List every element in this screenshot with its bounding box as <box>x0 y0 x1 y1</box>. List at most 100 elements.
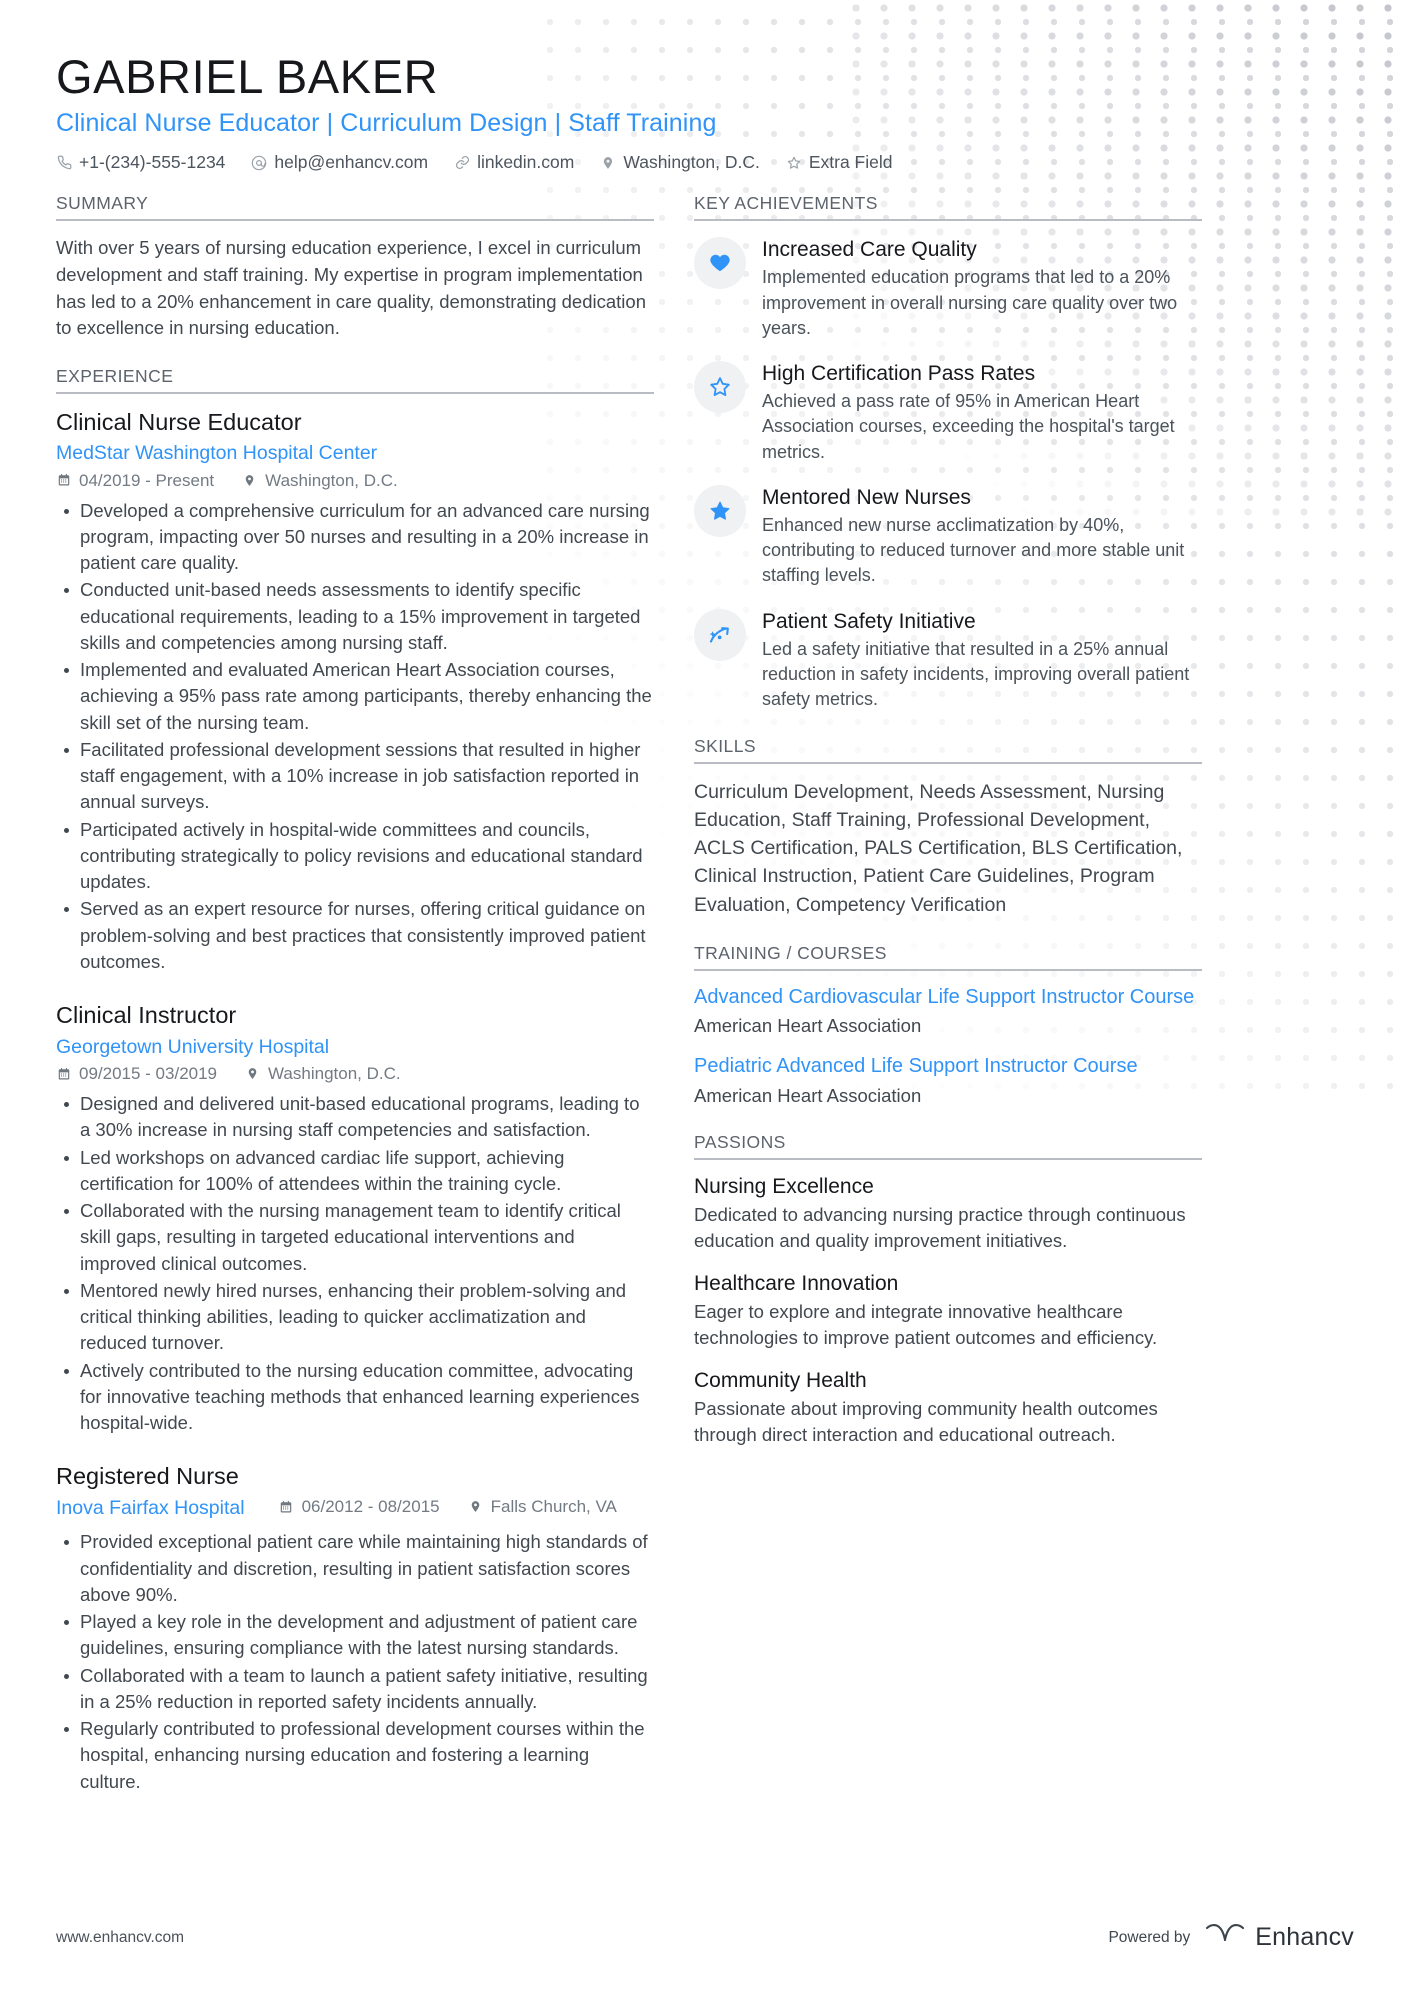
job-meta: 04/2019 - Present Washington, D.C. <box>56 472 654 489</box>
achievement-item: Patient Safety Initiative Led a safety i… <box>694 607 1202 713</box>
job-bullet: Collaborated with a team to launch a pat… <box>64 1663 654 1716</box>
job-dates: 06/2012 - 08/2015 <box>279 1498 440 1515</box>
calendar-icon <box>56 1066 71 1081</box>
star-outline-icon <box>786 155 802 171</box>
achievement-description: Achieved a pass rate of 95% in American … <box>762 391 1175 462</box>
job-bullet: Implemented and evaluated American Heart… <box>64 657 654 736</box>
achievement-icon-bubble <box>694 361 746 413</box>
location-pin-icon <box>242 473 257 488</box>
job-bullets: Designed and delivered unit-based educat… <box>56 1091 654 1436</box>
contact-location[interactable]: Washington, D.C. <box>600 151 760 172</box>
job-title: Clinical Instructor <box>56 1002 237 1029</box>
contact-linkedin-text: linkedin.com <box>477 151 575 172</box>
heart-icon <box>708 252 732 274</box>
resume-header: GABRIEL BAKER Clinical Nurse Educator | … <box>56 50 1354 172</box>
job-company[interactable]: MedStar Washington Hospital Center <box>56 441 654 465</box>
job-meta: 09/2015 - 03/2019 Washington, D.C. <box>56 1065 654 1082</box>
achievement-body: Mentored New Nurses Enhanced new nurse a… <box>762 483 1202 589</box>
location-pin-icon <box>468 1499 483 1514</box>
achievement-icon-bubble <box>694 484 746 537</box>
job-bullet: Developed a comprehensive curriculum for… <box>64 498 654 577</box>
link-icon <box>454 155 470 171</box>
achievement-item: Mentored New Nurses Enhanced new nurse a… <box>694 483 1202 589</box>
achievement-body: Patient Safety Initiative Led a safety i… <box>762 607 1202 713</box>
contact-extra-field-text: Extra Field <box>808 151 893 172</box>
job-bullet: Actively contributed to the nursing educ… <box>64 1358 654 1437</box>
passion-description: Passionate about improving community hea… <box>694 1398 1158 1446</box>
skills-text: Curriculum Development, Needs Assessment… <box>694 781 1183 916</box>
job-bullets: Developed a comprehensive curriculum for… <box>56 498 654 976</box>
passion-title: Healthcare Innovation <box>694 1271 899 1295</box>
achievement-icon-bubble <box>694 237 746 290</box>
section-key-achievements: KEY ACHIEVEMENTS Increased Care Quality … <box>694 193 1202 712</box>
passion-title: Community Health <box>694 1368 867 1392</box>
job-company[interactable]: Inova Fairfax Hospital <box>56 1496 245 1520</box>
contact-phone[interactable]: +1-(234)-555-1234 <box>56 153 225 172</box>
contact-email[interactable]: help@enhancv.com <box>251 153 428 172</box>
job-bullets: Provided exceptional patient care while … <box>56 1529 654 1795</box>
section-training-courses: TRAINING / COURSES Advanced Cardiovascul… <box>694 943 1202 1108</box>
job-bullet: Participated actively in hospital-wide c… <box>64 817 654 896</box>
left-column: SUMMARY With over 5 years of nursing edu… <box>56 193 654 1797</box>
job-bullet: Collaborated with the nursing management… <box>64 1198 654 1277</box>
section-heading-summary: SUMMARY <box>56 193 654 222</box>
passion-item: Nursing Excellence Dedicated to advancin… <box>694 1174 1202 1254</box>
course-organization: American Heart Association <box>694 1084 922 1106</box>
passion-item: Community Health Passionate about improv… <box>694 1368 1202 1448</box>
contact-linkedin[interactable]: linkedin.com <box>454 151 575 172</box>
passion-description: Eager to explore and integrate innovativ… <box>694 1301 1158 1349</box>
contact-extra-field[interactable]: Extra Field <box>786 151 893 172</box>
job-dates: 09/2015 - 03/2019 <box>56 1065 217 1082</box>
achievement-body: Increased Care Quality Implemented educa… <box>762 235 1202 341</box>
job-bullet: Served as an expert resource for nurses,… <box>64 896 654 975</box>
job-dates-text: 04/2019 - Present <box>79 470 215 490</box>
job-company-meta-row: Inova Fairfax Hospital 06/2012 - 08/2015 <box>56 1492 654 1520</box>
achievement-title: Patient Safety Initiative <box>762 609 976 633</box>
achievement-description: Enhanced new nurse acclimatization by 40… <box>762 514 1185 586</box>
star-outline-icon <box>708 375 732 399</box>
summary-text: With over 5 years of nursing education e… <box>56 237 646 339</box>
job-dates-text: 06/2012 - 08/2015 <box>301 1497 440 1517</box>
section-heading-passions: PASSIONS <box>694 1132 1202 1160</box>
enhancv-logo[interactable]: Enhancv <box>1204 1922 1354 1953</box>
section-summary: SUMMARY With over 5 years of nursing edu… <box>56 193 654 342</box>
resume-page: GABRIEL BAKER Clinical Nurse Educator | … <box>0 0 1410 1995</box>
contact-location-text: Washington, D.C. <box>623 151 760 172</box>
job-bullet: Played a key role in the development and… <box>64 1609 654 1662</box>
page-title: GABRIEL BAKER <box>56 50 439 103</box>
job-bullet: Designed and delivered unit-based educat… <box>64 1091 654 1144</box>
achievement-title: Mentored New Nurses <box>762 485 971 509</box>
star-filled-icon <box>708 499 732 523</box>
experience-item: Clinical Instructor Georgetown Universit… <box>56 1001 654 1436</box>
footer-branding: Powered by Enhancv <box>1108 1922 1354 1953</box>
job-bullet: Mentored newly hired nurses, enhancing t… <box>64 1278 654 1357</box>
achievement-icon-bubble <box>694 608 746 661</box>
job-location: Falls Church, VA <box>468 1498 617 1515</box>
course-title[interactable]: Pediatric Advanced Life Support Instruct… <box>694 1054 1202 1080</box>
job-company[interactable]: Georgetown University Hospital <box>56 1035 654 1059</box>
achievement-title: Increased Care Quality <box>762 238 977 262</box>
job-location: Washington, D.C. <box>245 1065 401 1082</box>
calendar-icon <box>56 473 71 488</box>
enhancv-wordmark: Enhancv <box>1255 1923 1354 1951</box>
job-bullet: Conducted unit-based needs assessments t… <box>64 577 654 656</box>
section-heading-skills: SKILLS <box>694 736 1202 765</box>
resume-columns: SUMMARY With over 5 years of nursing edu… <box>56 193 1354 1797</box>
course-organization: American Heart Association <box>694 1015 922 1037</box>
section-heading-key-achievements: KEY ACHIEVEMENTS <box>694 193 1202 222</box>
right-column: KEY ACHIEVEMENTS Increased Care Quality … <box>694 193 1202 1450</box>
location-pin-icon <box>600 155 616 171</box>
section-heading-training-courses: TRAINING / COURSES <box>694 943 1202 971</box>
course-item: Pediatric Advanced Life Support Instruct… <box>694 1054 1202 1108</box>
job-title: Registered Nurse <box>56 1463 239 1490</box>
passion-item: Healthcare Innovation Eager to explore a… <box>694 1271 1202 1351</box>
headline: Clinical Nurse Educator | Curriculum Des… <box>56 108 717 137</box>
trend-up-arrow-icon <box>707 623 733 647</box>
job-location-text: Washington, D.C. <box>268 1064 401 1084</box>
footer-website-url[interactable]: www.enhancv.com <box>56 1929 184 1947</box>
job-location-text: Falls Church, VA <box>490 1497 617 1517</box>
page-footer: www.enhancv.com Powered by Enhancv <box>56 1922 1354 1953</box>
course-title[interactable]: Advanced Cardiovascular Life Support Ins… <box>694 985 1202 1011</box>
section-heading-experience: EXPERIENCE <box>56 366 654 394</box>
section-skills: SKILLS Curriculum Development, Needs Ass… <box>694 736 1202 918</box>
